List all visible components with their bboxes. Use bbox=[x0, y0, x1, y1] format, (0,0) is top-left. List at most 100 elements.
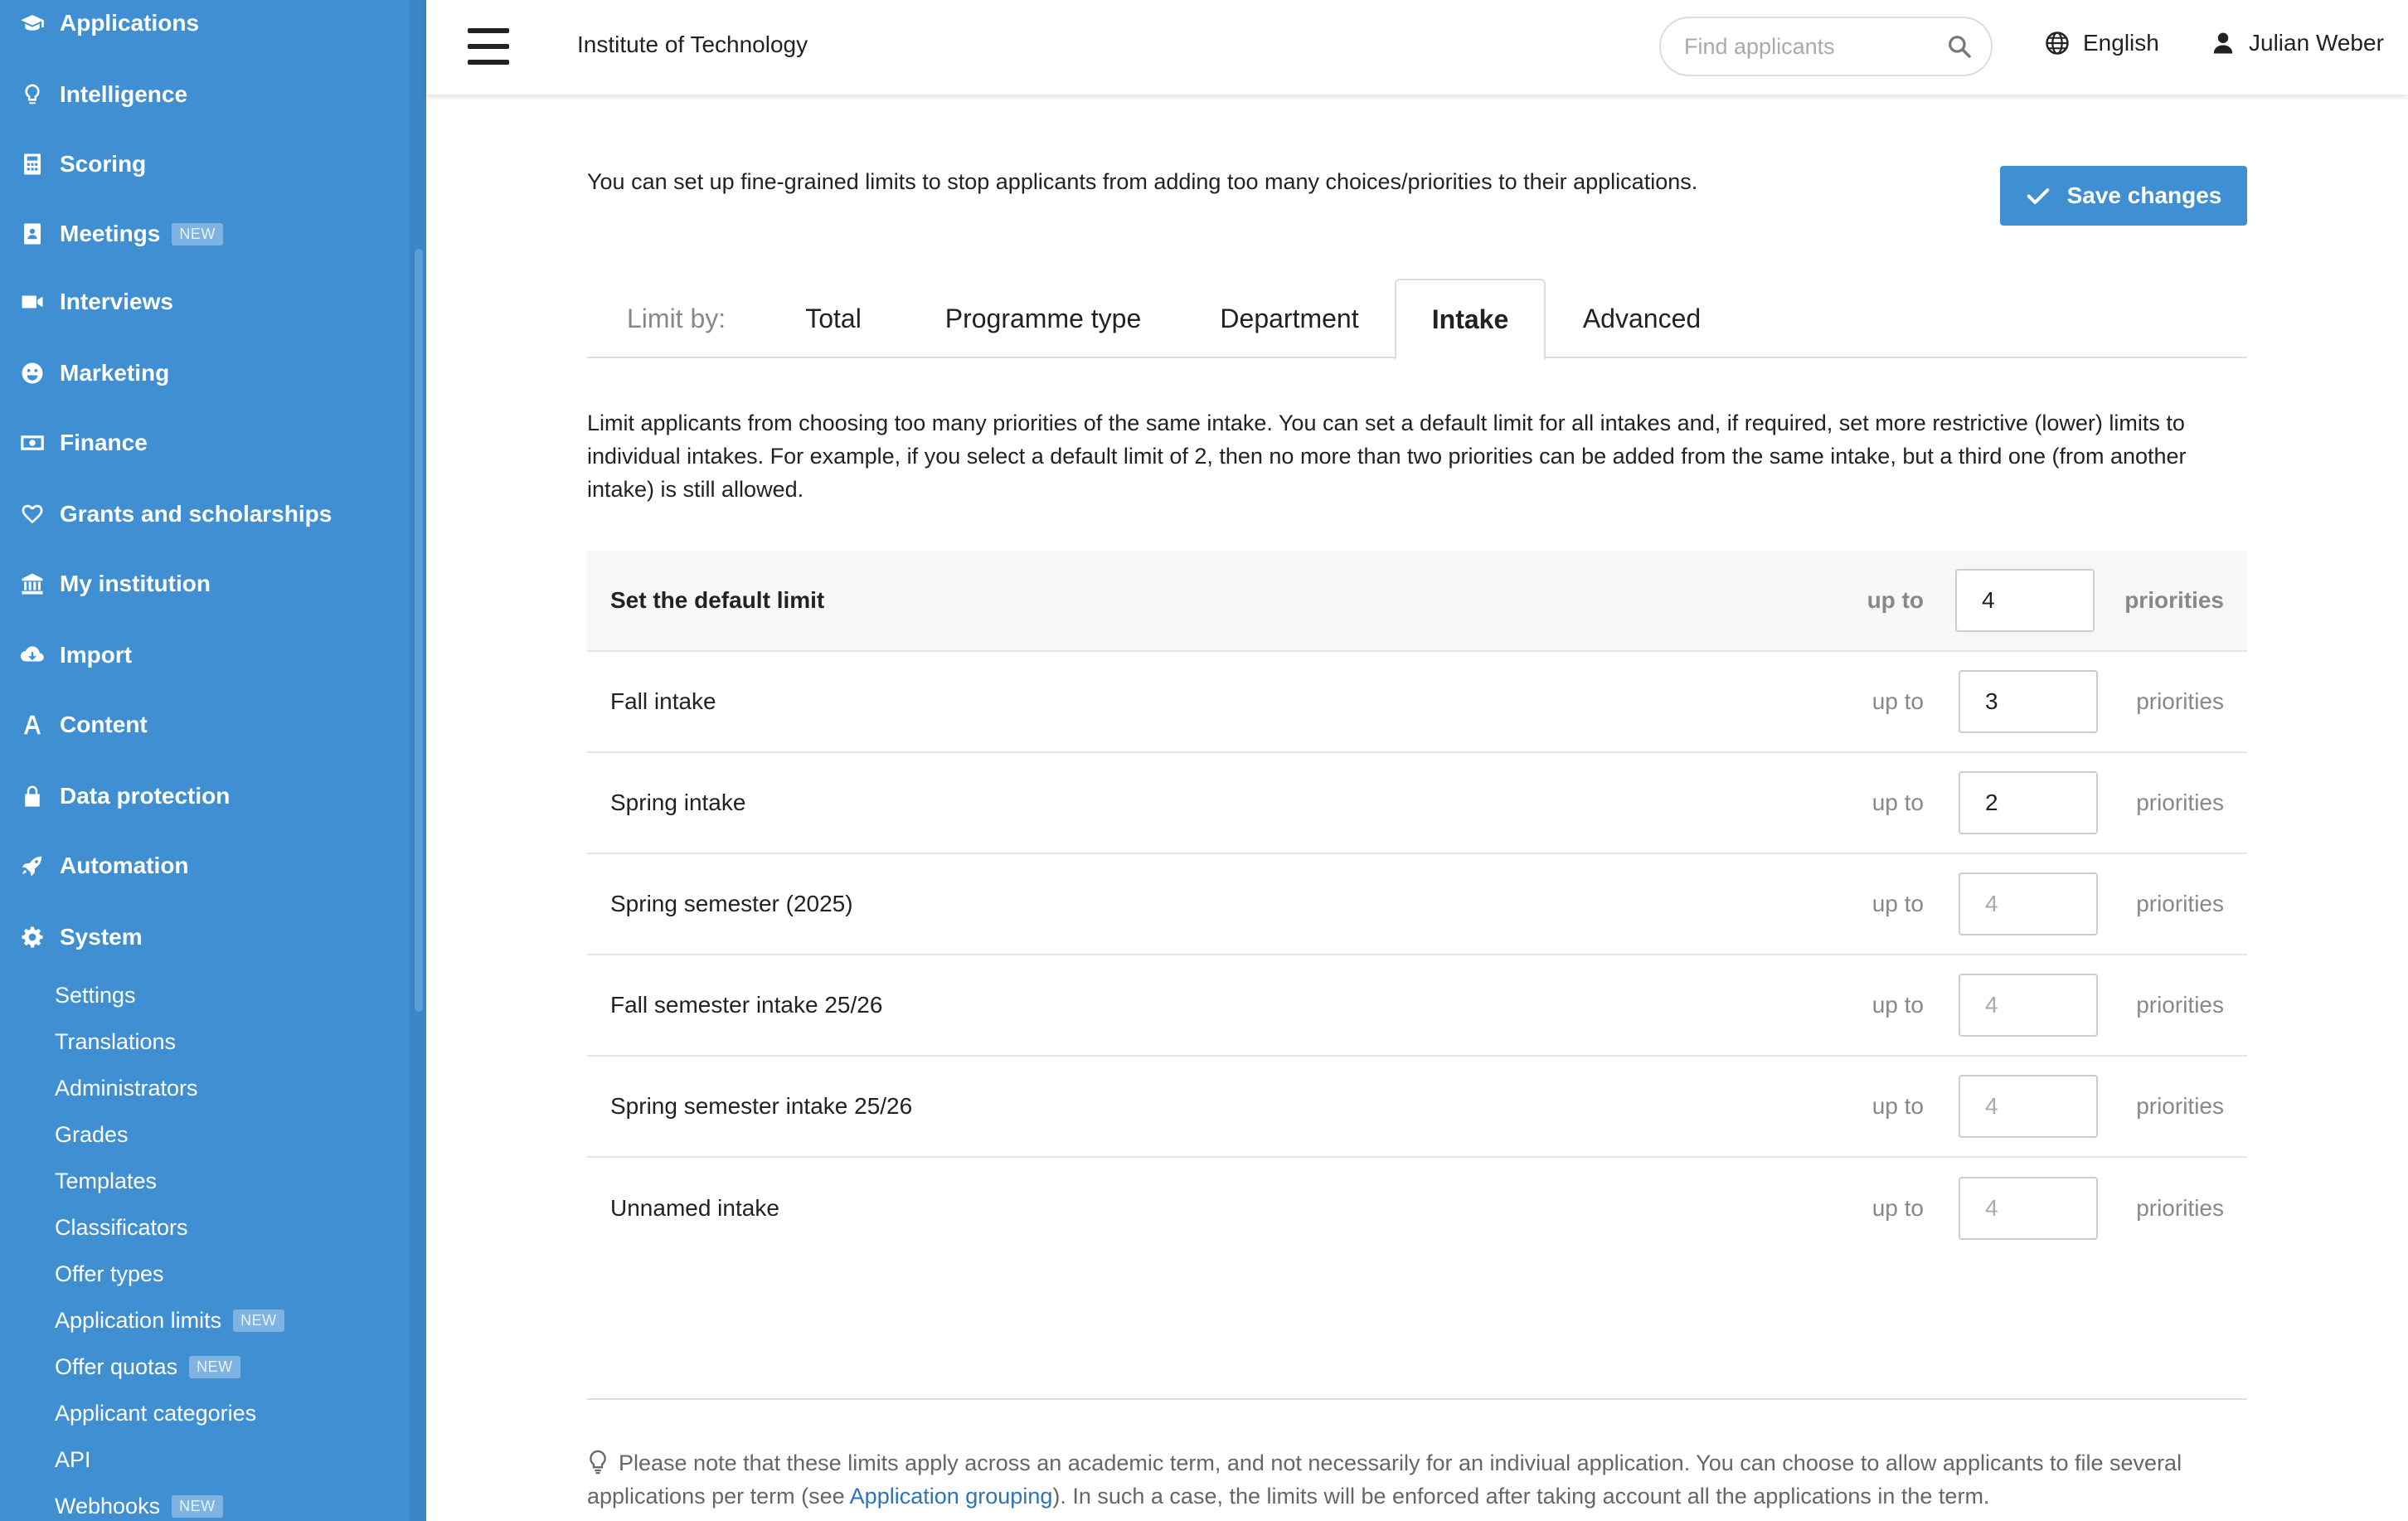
sidebar-item-meetings[interactable]: Meetings NEW bbox=[0, 209, 223, 259]
table-row: Fall intake up to priorities bbox=[587, 652, 2247, 753]
smiley-icon bbox=[18, 359, 46, 387]
tab-department[interactable]: Department bbox=[1199, 279, 1380, 358]
tab-programme-type[interactable]: Programme type bbox=[927, 279, 1159, 358]
video-camera-icon bbox=[18, 288, 46, 316]
language-selector[interactable]: English bbox=[2045, 30, 2159, 56]
check-icon bbox=[2027, 188, 2049, 205]
institution-name: Institute of Technology bbox=[577, 32, 808, 57]
sidebar-scrollbar[interactable] bbox=[415, 249, 423, 1012]
sidebar-item-finance[interactable]: Finance bbox=[0, 418, 148, 468]
sidebar-subitem-applicant-categories[interactable]: Applicant categories bbox=[55, 1392, 256, 1434]
sidebar-item-scoring[interactable]: Scoring bbox=[0, 139, 146, 189]
contact-book-icon bbox=[18, 220, 46, 248]
save-changes-button[interactable]: Save changes bbox=[2000, 166, 2247, 226]
footnote: Please note that these limits apply acro… bbox=[587, 1450, 2182, 1509]
sidebar-subitem-translations[interactable]: Translations bbox=[55, 1021, 176, 1062]
table-row: Spring intake up to priorities bbox=[587, 753, 2247, 854]
sidebar-item-automation[interactable]: Automation bbox=[0, 841, 189, 891]
language-label: English bbox=[2083, 30, 2159, 56]
sidebar-subitem-webhooks[interactable]: Webhooks NEW bbox=[55, 1485, 223, 1521]
tab-intake[interactable]: Intake bbox=[1395, 279, 1546, 360]
lock-icon bbox=[18, 782, 46, 810]
tabs-prefix: Limit by: bbox=[627, 303, 726, 333]
divider bbox=[587, 1398, 2247, 1400]
lightbulb-icon bbox=[590, 1450, 606, 1475]
priorities-label: priorities bbox=[2136, 1093, 2224, 1119]
table-row: Set the default limit up to priorities bbox=[587, 551, 2247, 652]
lightbulb-icon bbox=[18, 80, 46, 109]
priorities-label: priorities bbox=[2136, 992, 2224, 1018]
row-name: Set the default limit bbox=[610, 587, 825, 613]
sidebar-subitem-api[interactable]: API bbox=[55, 1439, 91, 1480]
row-name: Fall intake bbox=[610, 688, 716, 714]
up-to-label: up to bbox=[1872, 688, 1924, 714]
sidebar-subitem-grades[interactable]: Grades bbox=[55, 1114, 129, 1155]
table-row: Unnamed intake up to priorities bbox=[587, 1158, 2247, 1259]
sidebar-subitem-administrators[interactable]: Administrators bbox=[55, 1067, 198, 1109]
table-row: Fall semester intake 25/26 up to priorit… bbox=[587, 955, 2247, 1057]
intake-limit-input[interactable] bbox=[1959, 1177, 2098, 1240]
search-icon[interactable] bbox=[1946, 33, 1973, 60]
priorities-label: priorities bbox=[2136, 688, 2224, 714]
heart-icon bbox=[18, 500, 46, 528]
intake-limit-input[interactable] bbox=[1959, 771, 2098, 834]
sidebar-subitem-templates[interactable]: Templates bbox=[55, 1160, 157, 1202]
sidebar-subitem-offer-types[interactable]: Offer types bbox=[55, 1253, 164, 1295]
search-box bbox=[1659, 17, 1993, 76]
new-badge: NEW bbox=[172, 1494, 223, 1518]
user-name: Julian Weber bbox=[2249, 30, 2384, 56]
row-name: Unnamed intake bbox=[610, 1195, 779, 1221]
calculator-icon bbox=[18, 150, 46, 178]
row-name: Spring semester (2025) bbox=[610, 891, 853, 916]
search-input[interactable] bbox=[1684, 33, 1933, 60]
institution-icon bbox=[18, 570, 46, 598]
sidebar-item-grants[interactable]: Grants and scholarships bbox=[0, 489, 332, 539]
cloud-download-icon bbox=[18, 641, 46, 669]
table-row: Spring semester intake 25/26 up to prior… bbox=[587, 1057, 2247, 1158]
user-icon bbox=[2213, 32, 2233, 54]
up-to-label: up to bbox=[1872, 790, 1924, 815]
intake-limit-input[interactable] bbox=[1959, 974, 2098, 1037]
sidebar-item-applications[interactable]: Applications bbox=[0, 0, 199, 48]
priorities-label: priorities bbox=[2136, 790, 2224, 815]
sidebar-subitem-offer-quotas[interactable]: Offer quotas NEW bbox=[55, 1346, 240, 1387]
sidebar: Applications Intelligence Scoring Meetin… bbox=[0, 0, 426, 1521]
row-name: Spring intake bbox=[610, 790, 746, 815]
up-to-label: up to bbox=[1872, 891, 1924, 916]
sidebar-item-intelligence[interactable]: Intelligence bbox=[0, 70, 187, 119]
sidebar-subitem-settings[interactable]: Settings bbox=[55, 974, 136, 1016]
new-badge: NEW bbox=[172, 222, 223, 245]
rocket-icon bbox=[18, 852, 46, 880]
application-grouping-link[interactable]: Application grouping bbox=[850, 1484, 1053, 1509]
new-badge: NEW bbox=[189, 1355, 240, 1378]
sidebar-item-data-protection[interactable]: Data protection bbox=[0, 771, 230, 821]
intake-limit-input[interactable] bbox=[1959, 872, 2098, 935]
intake-limit-input[interactable] bbox=[1959, 1075, 2098, 1138]
sidebar-item-import[interactable]: Import bbox=[0, 630, 132, 680]
intake-limit-input[interactable] bbox=[1959, 670, 2098, 733]
up-to-label: up to bbox=[1872, 992, 1924, 1018]
sidebar-item-marketing[interactable]: Marketing bbox=[0, 348, 169, 398]
user-menu[interactable]: Julian Weber bbox=[2211, 30, 2384, 56]
row-name: Spring semester intake 25/26 bbox=[610, 1093, 913, 1119]
default-limit-input[interactable] bbox=[1955, 569, 2095, 632]
font-icon bbox=[18, 711, 46, 739]
sidebar-item-interviews[interactable]: Interviews bbox=[0, 277, 173, 327]
up-to-label: up to bbox=[1872, 1093, 1924, 1119]
sidebar-item-content[interactable]: Content bbox=[0, 700, 148, 750]
top-header: Institute of Technology English Julian W… bbox=[426, 0, 2408, 95]
up-to-label: up to bbox=[1872, 1195, 1924, 1221]
limit-tabs: Limit by: Total Programme type Departmen… bbox=[587, 279, 2247, 360]
sidebar-item-system[interactable]: System bbox=[0, 912, 143, 962]
intro-text: You can set up fine-grained limits to st… bbox=[587, 169, 1698, 194]
priorities-label: priorities bbox=[2124, 587, 2224, 613]
hamburger-menu-icon[interactable] bbox=[468, 28, 509, 65]
sidebar-subitem-application-limits[interactable]: Application limits NEW bbox=[55, 1300, 284, 1341]
tab-total[interactable]: Total bbox=[779, 279, 887, 358]
new-badge: NEW bbox=[233, 1309, 284, 1332]
graduation-cap-icon bbox=[18, 9, 46, 37]
sidebar-item-my-institution[interactable]: My institution bbox=[0, 559, 211, 609]
up-to-label: up to bbox=[1867, 587, 1924, 613]
tab-advanced[interactable]: Advanced bbox=[1546, 279, 1738, 358]
sidebar-subitem-classificators[interactable]: Classificators bbox=[55, 1207, 188, 1248]
